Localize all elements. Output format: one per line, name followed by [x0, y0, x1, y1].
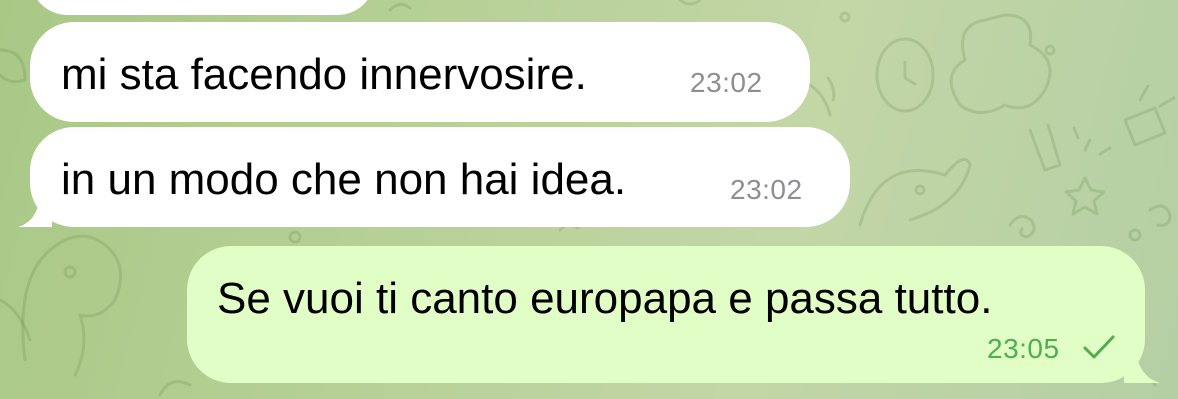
- doodle-dino-left-eye: [63, 265, 77, 279]
- doodle-egg: [875, 37, 935, 113]
- doodle-dino: [858, 157, 972, 227]
- doodle-branch: [808, 76, 836, 117]
- single-check-icon: [1083, 335, 1115, 359]
- message-time: 23:02: [730, 174, 803, 205]
- previous-message-bubble: [30, 0, 375, 15]
- doodle-tree: [949, 13, 1052, 114]
- doodle-swirl: [1148, 204, 1172, 227]
- doodle-swirl: [1008, 214, 1036, 239]
- bubble-tail-incoming: [18, 198, 52, 227]
- doodle-tree-trunk: [1028, 123, 1062, 172]
- doodle-leaf: [0, 48, 27, 84]
- message-time: 23:02: [690, 67, 763, 98]
- message-text: Se vuoi ti canto europapa e passa tutto.: [217, 274, 993, 323]
- doodle-dino-eye: [914, 184, 926, 196]
- doodle-dino-left: [21, 234, 123, 377]
- bubble-tail-outgoing: [1124, 353, 1160, 383]
- doodle-flashlight: [1123, 84, 1176, 147]
- doodle-clock-hands: [903, 60, 917, 86]
- message-text: in un modo che non hai idea.: [61, 155, 627, 204]
- message-text: mi sta facendo innervosire.: [61, 50, 587, 99]
- doodle-star: [1064, 176, 1106, 216]
- message-time: 23:05: [987, 333, 1060, 364]
